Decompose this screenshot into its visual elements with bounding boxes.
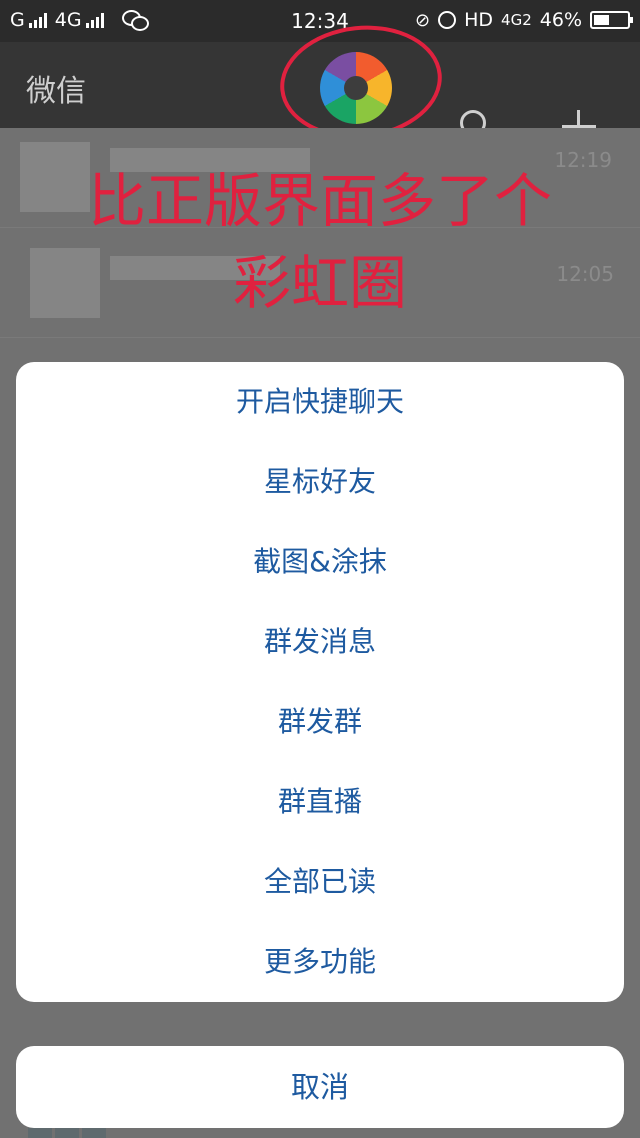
thumbnail-strip [28, 1128, 106, 1138]
annotation-line-2: 彩虹圈 [232, 249, 407, 317]
battery-fill [594, 15, 609, 25]
menu-item-broadcast-groups[interactable]: 群发群 [16, 682, 624, 762]
menu-item-quick-chat[interactable]: 开启快捷聊天 [16, 362, 624, 442]
menu-item-more-features[interactable]: 更多功能 [16, 922, 624, 1002]
thumbnail [55, 1128, 79, 1138]
battery-percent: 46% [539, 9, 582, 31]
action-sheet: 开启快捷聊天 星标好友 截图&涂抹 群发消息 群发群 群直播 全部已读 更多功能 [16, 362, 624, 1002]
alarm-icon [438, 11, 457, 29]
menu-item-screenshot-doodle[interactable]: 截图&涂抹 [16, 522, 624, 602]
thumbnail [28, 1128, 52, 1138]
menu-item-group-live[interactable]: 群直播 [16, 762, 624, 842]
cancel-button[interactable]: 取消 [16, 1046, 624, 1128]
network2-label: 4G2 [501, 11, 532, 29]
annotation-line-1: 比正版界面多了个 [87, 167, 552, 235]
annotation-text: 比正版界面多了个 彩虹圈 [0, 160, 640, 324]
menu-item-mark-all-read[interactable]: 全部已读 [16, 842, 624, 922]
battery-icon [590, 11, 633, 29]
mute-icon: ⊘ [415, 9, 431, 31]
status-right: ⊘ HD 4G2 46% [415, 9, 633, 31]
page-title: 微信 [26, 74, 86, 109]
menu-item-broadcast-message[interactable]: 群发消息 [16, 602, 624, 682]
menu-item-starred-friends[interactable]: 星标好友 [16, 442, 624, 522]
hd-label: HD [464, 9, 494, 31]
thumbnail [82, 1128, 106, 1138]
